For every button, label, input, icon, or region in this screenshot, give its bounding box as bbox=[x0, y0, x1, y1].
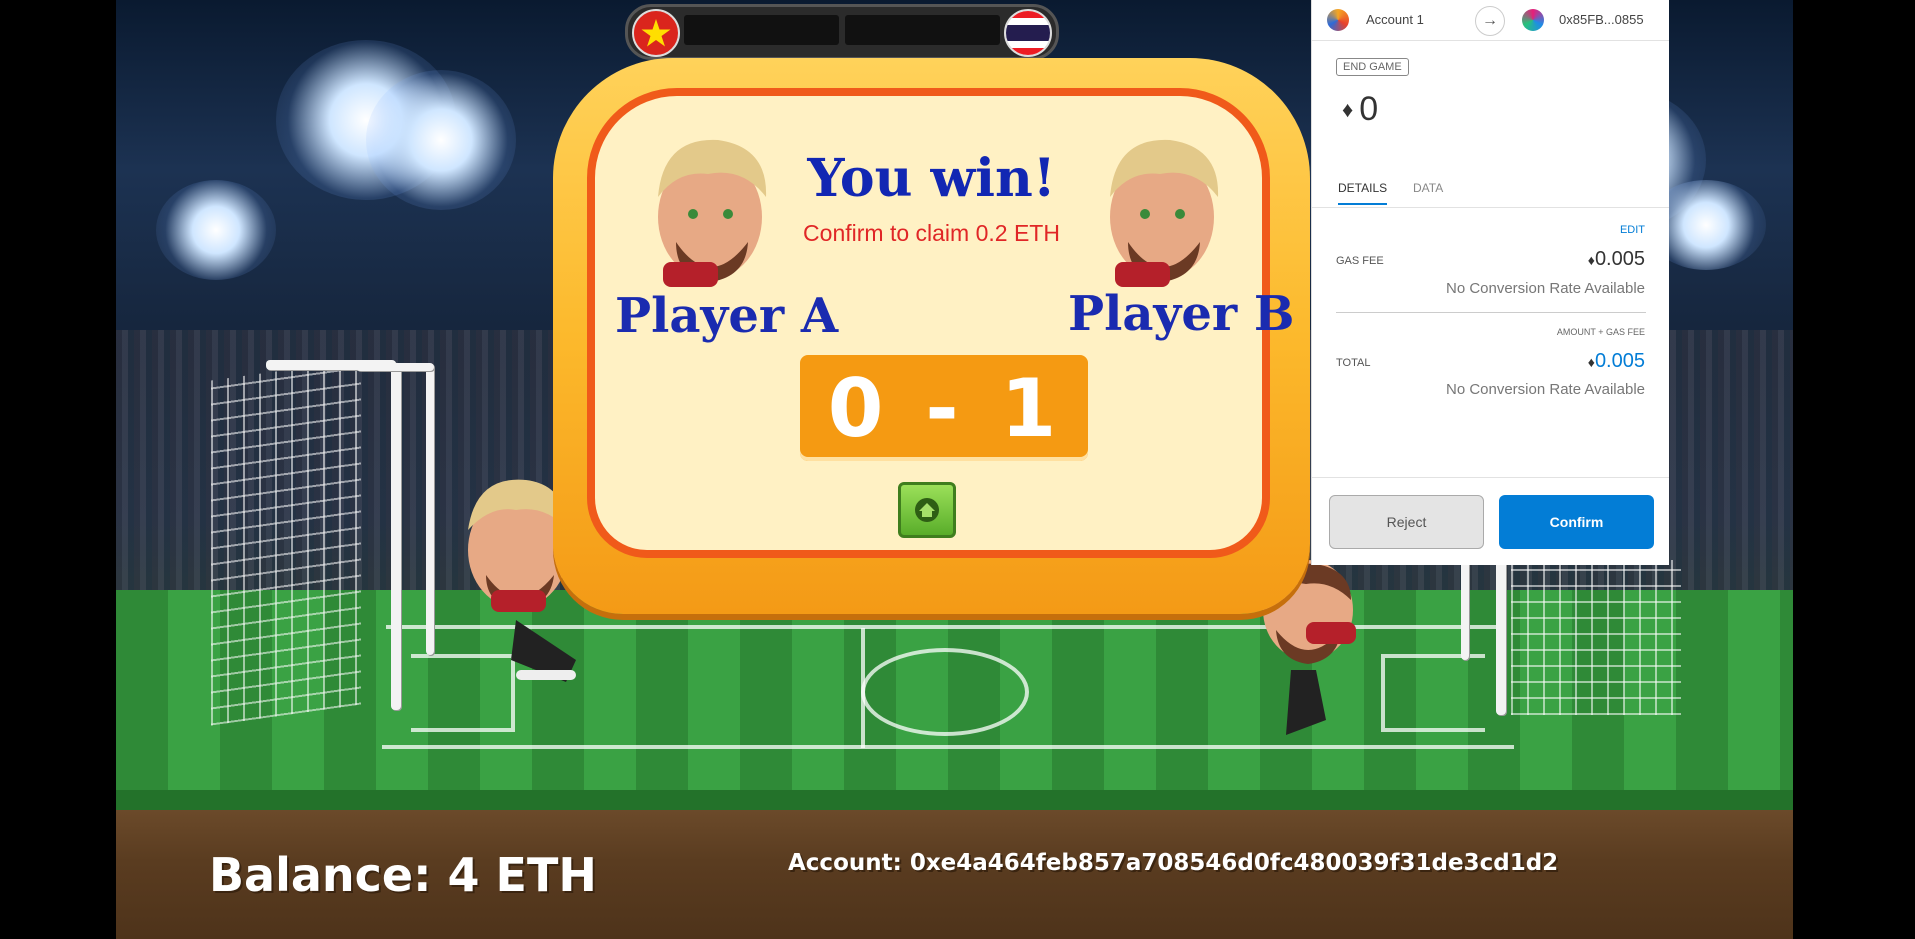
divider bbox=[1312, 207, 1669, 208]
thailand-flag-icon bbox=[1004, 9, 1052, 57]
goal-crossbar bbox=[356, 363, 434, 371]
stadium-light bbox=[156, 180, 276, 280]
eth-icon: ♦ bbox=[1342, 96, 1354, 122]
stadium-light bbox=[366, 70, 516, 210]
amount-gas-label: AMOUNT + GAS FEE bbox=[1556, 327, 1645, 337]
center-circle bbox=[861, 648, 1029, 736]
pitch-edge bbox=[116, 790, 1793, 810]
player-a-label: Player A bbox=[615, 288, 839, 344]
total-conversion: No Conversion Rate Available bbox=[1445, 381, 1645, 398]
home-button[interactable] bbox=[898, 482, 956, 538]
goal-post bbox=[391, 365, 401, 710]
goal-box-right bbox=[1381, 654, 1485, 732]
score-slot-left bbox=[684, 15, 839, 45]
eth-icon: ♦ bbox=[1587, 252, 1595, 268]
goal-net-right bbox=[1511, 560, 1681, 715]
pitch-line bbox=[382, 745, 1514, 749]
recipient-avatar-icon bbox=[1522, 9, 1544, 31]
wallet-header: Account 1 → 0x85FB...0855 bbox=[1312, 0, 1669, 41]
scoreboard bbox=[625, 4, 1059, 60]
claim-message: Confirm to claim 0.2 ETH bbox=[803, 220, 1060, 246]
score-separator: - bbox=[925, 361, 963, 455]
reject-button[interactable]: Reject bbox=[1329, 495, 1484, 549]
account-address: Account: 0xe4a464feb857a708546d0fc480039… bbox=[788, 850, 1559, 876]
score-b: 1 bbox=[1000, 361, 1061, 455]
vietnam-flag-icon bbox=[632, 9, 680, 57]
final-score: 0 - 1 bbox=[800, 355, 1088, 461]
edit-gas-link[interactable]: EDIT bbox=[1620, 224, 1645, 236]
balance-label: Balance: 4 ETH bbox=[209, 848, 597, 902]
goal-post bbox=[426, 365, 434, 655]
total-label: TOTAL bbox=[1336, 357, 1371, 369]
recipient-address: 0x85FB...0855 bbox=[1559, 12, 1644, 27]
goal-post bbox=[1496, 560, 1506, 715]
total-value: ♦0.005 bbox=[1587, 350, 1645, 372]
player-b-label: Player B bbox=[1068, 286, 1295, 342]
divider bbox=[1312, 477, 1669, 478]
result-title: You win! bbox=[807, 148, 1056, 209]
eth-icon: ♦ bbox=[1587, 354, 1595, 370]
arrow-right-icon: → bbox=[1475, 6, 1505, 36]
gas-fee-value: ♦0.005 bbox=[1587, 248, 1645, 270]
account-avatar-icon bbox=[1327, 9, 1349, 31]
gas-fee-label: GAS FEE bbox=[1336, 255, 1384, 267]
tab-data[interactable]: DATA bbox=[1413, 181, 1443, 195]
method-badge: END GAME bbox=[1336, 58, 1409, 76]
account-name: Account 1 bbox=[1366, 12, 1424, 27]
gas-fee-conversion: No Conversion Rate Available bbox=[1445, 280, 1645, 297]
divider bbox=[1336, 312, 1646, 313]
goal-net-left bbox=[211, 359, 361, 726]
score-a: 0 bbox=[827, 361, 888, 455]
score-slot-right bbox=[845, 15, 1000, 45]
confirm-button[interactable]: Confirm bbox=[1499, 495, 1654, 549]
goal-post bbox=[1461, 560, 1469, 660]
home-icon bbox=[915, 498, 939, 522]
amount-value: 0 bbox=[1359, 90, 1379, 128]
amount-display: ♦ 0 bbox=[1342, 90, 1378, 129]
wallet-confirmation: Account 1 → 0x85FB...0855 END GAME ♦ 0 D… bbox=[1311, 0, 1669, 565]
tab-details[interactable]: DETAILS bbox=[1338, 181, 1388, 205]
